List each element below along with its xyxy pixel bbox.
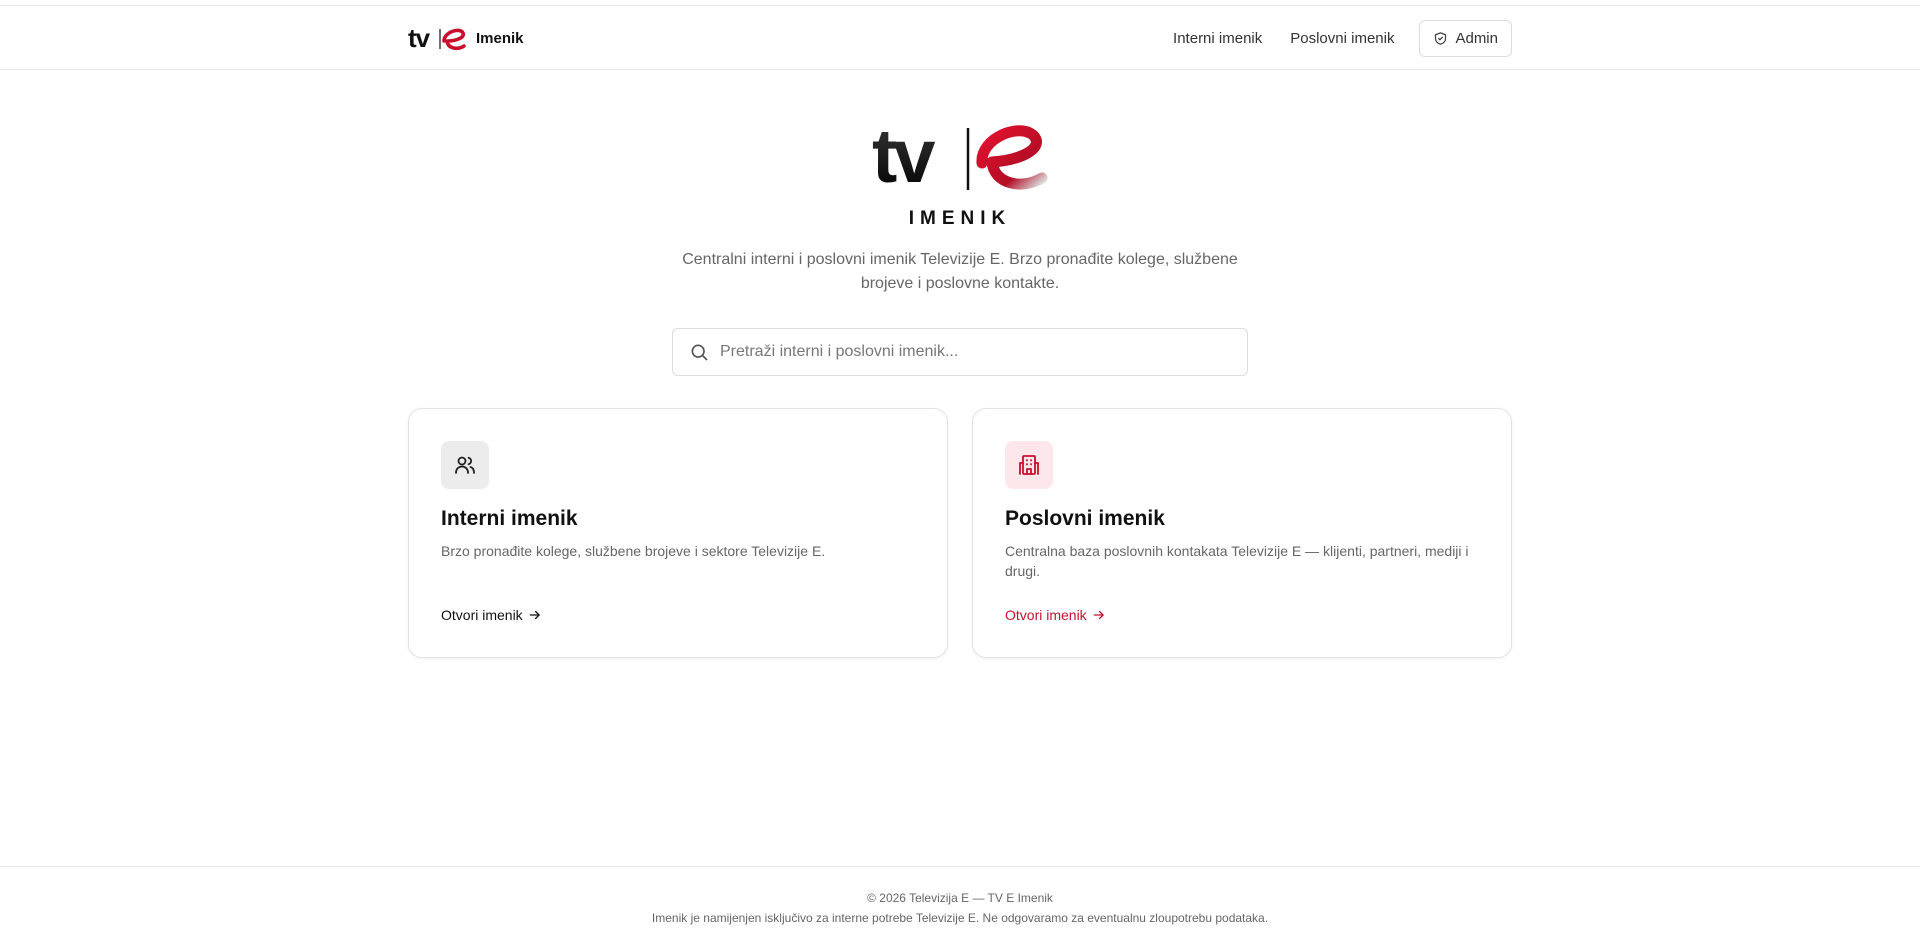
- card-icon-box: [1005, 441, 1053, 489]
- card-business-directory[interactable]: Poslovni imenik Centralna baza poslovnih…: [972, 408, 1512, 658]
- nav-internal-directory[interactable]: Interni imenik: [1173, 30, 1262, 47]
- brand-home-link[interactable]: tv Imenik: [408, 24, 524, 52]
- hero-description: Centralni interni i poslovni imenik Tele…: [682, 251, 1238, 292]
- search-input[interactable]: [720, 343, 1220, 361]
- tv-e-logo-large: tv: [872, 118, 1048, 194]
- card-title: Poslovni imenik: [1005, 507, 1165, 530]
- card-description: Centralna baza poslovnih kontakata Telev…: [1005, 543, 1469, 579]
- svg-text:tv: tv: [872, 118, 935, 194]
- users-icon: [455, 456, 475, 474]
- link-label: Otvori imenik: [1005, 607, 1087, 623]
- link-label: Otvori imenik: [441, 607, 523, 623]
- open-business-directory-link[interactable]: Otvori imenik: [1005, 607, 1106, 623]
- arrow-right-icon: [1093, 610, 1104, 620]
- header-inner: tv Imenik Interni imenik Poslovni imenik…: [408, 6, 1512, 70]
- tv-e-logo-small: tv: [408, 24, 466, 52]
- arrow-right-icon: [529, 610, 540, 620]
- card-description: Brzo pronađite kolege, službene brojeve …: [441, 543, 826, 559]
- footer-copyright: © 2026 Televizija E — TV E Imenik: [867, 891, 1053, 905]
- footer: © 2026 Televizija E — TV E Imenik Imenik…: [0, 866, 1920, 950]
- admin-button-label: Admin: [1455, 29, 1498, 47]
- card-icon-box: [441, 441, 489, 489]
- svg-text:tv: tv: [408, 24, 431, 52]
- hero-title: IMENIK: [908, 208, 1012, 229]
- nav-business-directory[interactable]: Poslovni imenik: [1290, 30, 1394, 47]
- top-nav: Interni imenik Poslovni imenik Admin: [1173, 19, 1512, 57]
- search-icon: [691, 344, 708, 361]
- card-title: Interni imenik: [441, 507, 578, 530]
- admin-button[interactable]: Admin: [1419, 19, 1512, 57]
- card-internal-directory[interactable]: Interni imenik Brzo pronađite kolege, sl…: [408, 408, 948, 658]
- shield-check-icon: [1435, 31, 1447, 45]
- brand-text: Imenik: [476, 29, 524, 47]
- page: tv Imenik Interni imenik Poslovni imenik…: [0, 0, 1920, 950]
- header: tv Imenik Interni imenik Poslovni imenik…: [0, 6, 1920, 70]
- open-internal-directory-link[interactable]: Otvori imenik: [441, 607, 542, 623]
- search-box: [672, 328, 1248, 376]
- building-icon: [1019, 455, 1039, 475]
- footer-disclaimer: Imenik je namijenjen isključivo za inter…: [651, 911, 1269, 925]
